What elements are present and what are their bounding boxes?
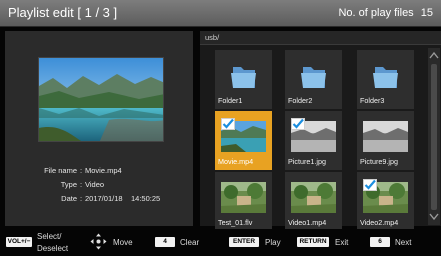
file-label: Video1.mp4 (288, 218, 327, 227)
file-label: Folder2 (288, 96, 313, 105)
date-value: 2017/01/18 (85, 194, 123, 203)
file-name-label: File name (44, 166, 77, 175)
folder-icon (363, 60, 408, 91)
file-thumbnail (291, 182, 336, 213)
type-label: Type (60, 180, 77, 189)
page-title: Playlist edit [ 1 / 3 ] (8, 5, 117, 20)
move-label: Move (113, 238, 133, 247)
key-guide: VOL+/− Select/ Deselect Move 4 Clear ENT… (0, 229, 441, 256)
file-label: Folder3 (360, 96, 385, 105)
clear-key[interactable]: 4 (155, 237, 175, 247)
title-bar: Playlist edit [ 1 / 3 ] No. of play file… (0, 0, 441, 27)
folder-icon (221, 60, 266, 91)
move-arrows-icon (90, 233, 107, 250)
folder-tile[interactable]: Folder1 (215, 50, 272, 109)
file-name-value: Movie.mp4 (85, 166, 122, 175)
scroll-up-icon[interactable] (428, 50, 440, 60)
file-tile[interactable]: Test_01.flv (215, 172, 272, 231)
time-value: 14:50:25 (131, 194, 161, 203)
play-files-value: 15 (420, 7, 433, 19)
play-files-count: No. of play files 15 (338, 7, 433, 19)
file-label: Folder1 (218, 96, 243, 105)
path-bar: usb/ (200, 31, 441, 45)
date-label: Date (61, 194, 77, 203)
colon: : (80, 166, 83, 175)
file-thumbnail (221, 182, 266, 213)
file-tile[interactable]: Picture1.jpg (285, 111, 342, 170)
select-label-1: Select/ (37, 232, 62, 241)
vol-key[interactable]: VOL+/− (6, 237, 32, 247)
preview-panel: File name : Movie.mp4 Type : Video Date … (5, 31, 193, 226)
file-label: Video2.mp4 (360, 218, 399, 227)
colon: : (80, 194, 83, 203)
checkmark-icon (291, 117, 305, 130)
folder-tile[interactable]: Folder2 (285, 50, 342, 109)
page-title-text: Playlist edit (8, 5, 74, 20)
scrollbar[interactable] (428, 48, 440, 225)
file-label: Picture1.jpg (288, 157, 326, 166)
type-value: Video (85, 180, 105, 189)
file-tile[interactable]: Video2.mp4 (357, 172, 414, 231)
enter-key[interactable]: ENTER (229, 237, 259, 247)
next-label: Next (395, 238, 412, 247)
folder-icon (291, 60, 336, 91)
select-label-2: Deselect (37, 244, 69, 253)
page-indicator: [ 1 / 3 ] (77, 5, 118, 20)
play-label: Play (265, 238, 281, 247)
file-tile[interactable]: Picture9.jpg (357, 111, 414, 170)
colon: : (80, 180, 83, 189)
scroll-down-icon[interactable] (428, 212, 440, 222)
file-label: Movie.mp4 (218, 157, 254, 166)
current-path: usb/ (205, 33, 220, 42)
exit-label: Exit (335, 238, 349, 247)
file-label: Picture9.jpg (360, 157, 398, 166)
folder-tile[interactable]: Folder3 (357, 50, 414, 109)
file-tile[interactable]: Video1.mp4 (285, 172, 342, 231)
file-label: Test_01.flv (218, 218, 253, 227)
checkmark-icon (363, 178, 377, 191)
play-files-label: No. of play files (338, 7, 414, 19)
file-thumbnail (363, 121, 408, 152)
next-key[interactable]: 6 (370, 237, 390, 247)
file-tile[interactable]: Movie.mp4 (215, 111, 272, 170)
return-key[interactable]: RETURN (297, 237, 329, 247)
clear-label: Clear (180, 238, 200, 247)
preview-image (38, 57, 164, 142)
checkmark-icon (221, 117, 235, 130)
scroll-thumb[interactable] (431, 64, 437, 210)
